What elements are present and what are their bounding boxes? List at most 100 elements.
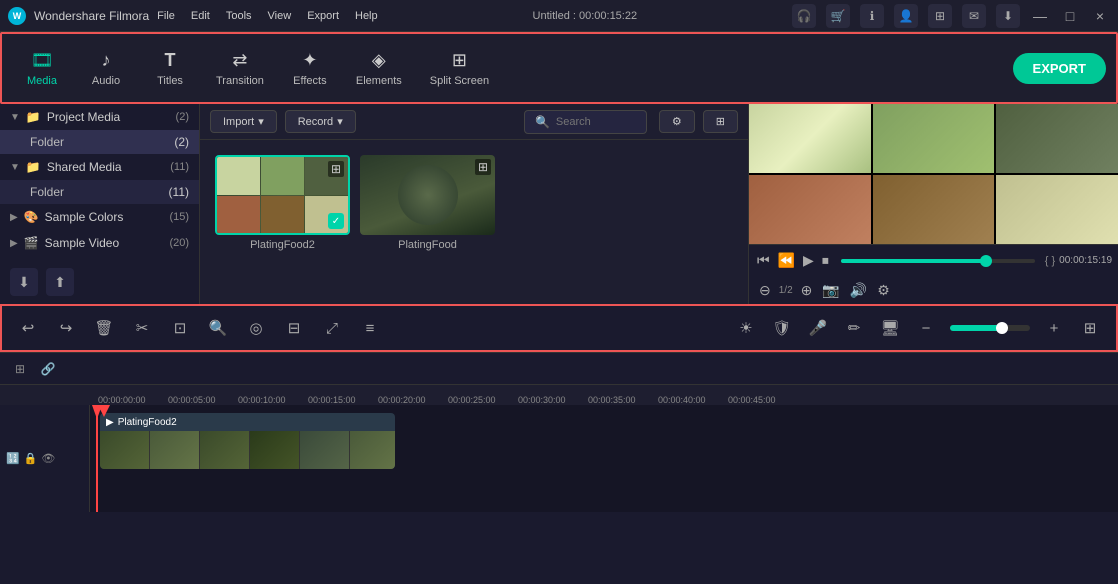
filter-button[interactable]: ⚙	[659, 110, 695, 133]
play-button[interactable]: ▶	[801, 250, 816, 271]
filter-icon: ⚙	[672, 115, 682, 128]
toolbar-effects[interactable]: ✦ Effects	[280, 44, 340, 93]
ruler-ticks: 00:00:00:00 00:00:05:00 00:00:10:00 00:0…	[92, 385, 798, 405]
timeline-ruler: 00:00:00:00 00:00:05:00 00:00:10:00 00:0…	[0, 385, 1118, 405]
elements-label: Elements	[356, 75, 402, 87]
video-icon: 🎬	[24, 236, 39, 250]
app-name: Wondershare Filmora	[34, 9, 149, 23]
delete-button[interactable]: 🗑	[88, 312, 120, 344]
menu-edit[interactable]: Edit	[191, 10, 210, 22]
record-button[interactable]: Record ▾	[285, 110, 356, 133]
project-media-folder[interactable]: Folder (2)	[0, 130, 199, 154]
folder-label: Folder	[30, 135, 64, 149]
toolbar-audio[interactable]: ♪ Audio	[76, 44, 136, 93]
timeline-playhead[interactable]	[96, 405, 98, 512]
title-bar-left: W Wondershare Filmora File Edit Tools Vi…	[8, 7, 378, 25]
menu-file[interactable]: File	[157, 10, 175, 22]
zoom-slider[interactable]	[950, 325, 1030, 331]
close-button[interactable]: ×	[1090, 8, 1110, 24]
brightness-button[interactable]: ☀	[730, 312, 762, 344]
expand-button[interactable]: ⊞	[1074, 312, 1106, 344]
track-eye-icon[interactable]: 👁	[41, 452, 55, 465]
adjust-button[interactable]: ≡	[354, 312, 386, 344]
preview-controls: ⏮ ⏪ ▶ ⏹ { } 00:00:15:19	[749, 244, 1118, 276]
stop-button[interactable]: ⏹	[820, 250, 831, 271]
color-button[interactable]: ◎	[240, 312, 272, 344]
import-media-button[interactable]: ⬇	[10, 268, 38, 296]
user-icon[interactable]: 👤	[894, 4, 918, 28]
toolbar-media[interactable]: 🎞 Media	[12, 44, 72, 93]
timeline-toolbar: ⊞ 🔗	[0, 353, 1118, 385]
info-icon[interactable]: ℹ	[860, 4, 884, 28]
mic-button[interactable]: 🎤	[802, 312, 834, 344]
settings-button[interactable]: ⚙	[875, 280, 892, 301]
project-media-label: Project Media	[47, 110, 120, 124]
grid-view-button[interactable]: ⊞	[703, 110, 738, 133]
timeline-add-button[interactable]: ⊞	[8, 357, 32, 381]
preview-cell-6	[996, 175, 1118, 244]
search-input[interactable]	[556, 116, 636, 128]
folder-icon: 📁	[26, 110, 41, 124]
download-icon[interactable]: ⬇	[996, 4, 1020, 28]
menu-export[interactable]: Export	[307, 10, 339, 22]
zoom-out-button[interactable]: −	[910, 312, 942, 344]
minimize-button[interactable]: —	[1030, 8, 1050, 24]
frame-back-button[interactable]: ⏪	[776, 250, 797, 271]
zoom-slider-thumb[interactable]	[996, 322, 1008, 334]
cart-icon[interactable]: 🛒	[826, 4, 850, 28]
toolbar-titles[interactable]: T Titles	[140, 44, 200, 93]
import-button[interactable]: Import ▾	[210, 110, 277, 133]
volume-button[interactable]: 🔊	[848, 280, 869, 301]
zoom-out-preview-button[interactable]: ⊖	[757, 280, 773, 301]
menu-view[interactable]: View	[268, 10, 292, 22]
export-button[interactable]: EXPORT	[1013, 53, 1106, 84]
media-item-platingfood2[interactable]: ⊞ ✓ PlatingFood2	[215, 155, 350, 251]
sample-colors-row[interactable]: ▶ 🎨 Sample Colors (15)	[0, 204, 199, 230]
fullscreen-button[interactable]: ⤢	[316, 312, 348, 344]
monitor-button[interactable]: 🖥	[874, 312, 906, 344]
main-toolbar: 🎞 Media ♪ Audio T Titles ⇄ Transition ✦ …	[0, 32, 1118, 104]
crop-button[interactable]: ⊡	[164, 312, 196, 344]
toolbar-transition[interactable]: ⇄ Transition	[204, 44, 276, 93]
project-media-row[interactable]: ▼ 📁 Project Media (2)	[0, 104, 199, 130]
headphone-icon[interactable]: 🎧	[792, 4, 816, 28]
zoom-in-button[interactable]: +	[1038, 312, 1070, 344]
cut-button[interactable]: ✂	[126, 312, 158, 344]
maximize-button[interactable]: □	[1060, 8, 1080, 24]
title-text: Untitled : 00:00:15:22	[533, 10, 638, 22]
undo-button[interactable]: ↩	[12, 312, 44, 344]
shared-media-row[interactable]: ▼ 📁 Shared Media (11)	[0, 154, 199, 180]
export-media-button[interactable]: ⬆	[46, 268, 74, 296]
media-item-platingfood[interactable]: ⊞ PlatingFood	[360, 155, 495, 251]
screenshot-button[interactable]: 📷	[820, 280, 841, 301]
toolbar-elements[interactable]: ◈ Elements	[344, 44, 414, 93]
toolbar-split-screen[interactable]: ⊞ Split Screen	[418, 44, 501, 93]
record-label: Record	[298, 116, 333, 128]
title-bar: W Wondershare Filmora File Edit Tools Vi…	[0, 0, 1118, 32]
progress-thumb[interactable]	[980, 255, 992, 267]
step-back-button[interactable]: ⏮	[755, 250, 772, 271]
video-track[interactable]: ▶ PlatingFood2	[100, 413, 395, 469]
track-lock-icon[interactable]: 🔒	[24, 452, 38, 465]
transition-icon: ⇄	[232, 50, 247, 71]
zoom-button[interactable]: 🔍	[202, 312, 234, 344]
shared-media-folder[interactable]: Folder (11)	[0, 180, 199, 204]
menu-tools[interactable]: Tools	[226, 10, 252, 22]
timeline-link-button[interactable]: 🔗	[36, 357, 60, 381]
mail-icon[interactable]: ✉	[962, 4, 986, 28]
shared-media-label: Shared Media	[47, 160, 122, 174]
boxes-icon[interactable]: ⊞	[928, 4, 952, 28]
shared-media-count: (11)	[170, 161, 189, 173]
preview-progress-bar[interactable]	[841, 259, 1035, 263]
media-grid: ⊞ ✓ PlatingFood2 ⊞ PlatingFood	[200, 140, 748, 304]
preview-cell-3	[996, 104, 1118, 173]
composite-button[interactable]: ⊟	[278, 312, 310, 344]
shield-button[interactable]: 🛡	[766, 312, 798, 344]
titles-label: Titles	[157, 75, 183, 87]
sample-video-row[interactable]: ▶ 🎬 Sample Video (20)	[0, 230, 199, 256]
redo-button[interactable]: ↪	[50, 312, 82, 344]
zoom-in-preview-button[interactable]: ⊕	[799, 280, 815, 301]
edit2-button[interactable]: ✏	[838, 312, 870, 344]
menu-help[interactable]: Help	[355, 10, 378, 22]
grid-icon: ⊞	[716, 115, 725, 128]
